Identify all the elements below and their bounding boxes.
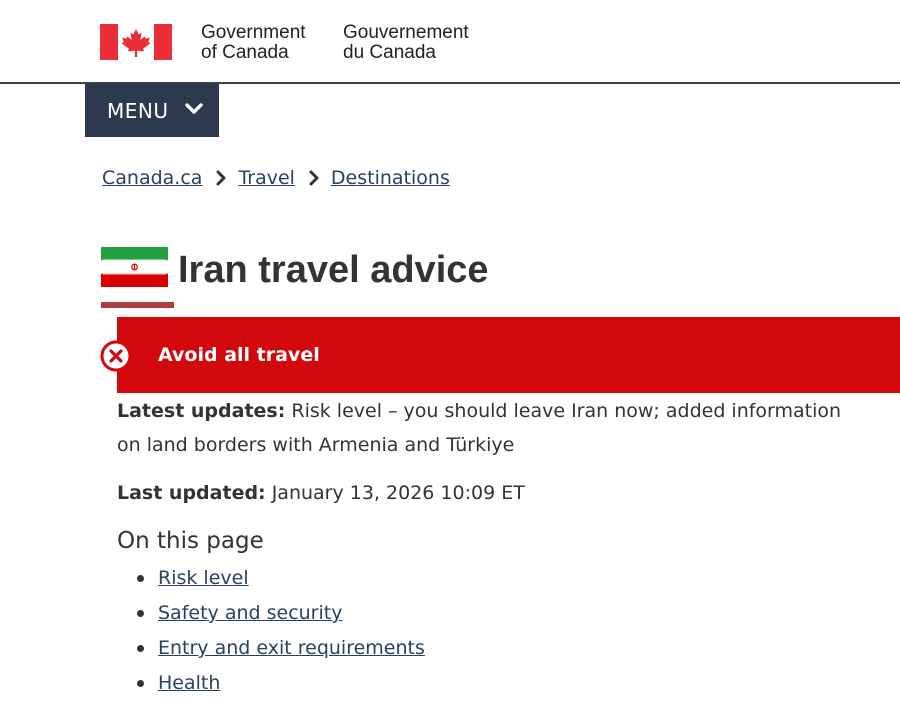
list-item: Health <box>117 666 425 701</box>
chevron-right-icon <box>309 170 319 186</box>
last-updated-date: January 13, 2026 10:09 ET <box>271 482 525 504</box>
list-item: Risk level <box>117 561 425 596</box>
site-header: Government of Canada Gouvernement du Can… <box>0 0 900 82</box>
x-circle-icon <box>100 340 132 372</box>
government-signature-fr[interactable]: Gouvernement du Canada <box>343 23 469 63</box>
title-underline <box>101 302 174 308</box>
signature-en-line2: of Canada <box>201 42 289 63</box>
chevron-down-icon <box>185 103 203 114</box>
on-this-page-list: Risk level Safety and security Entry and… <box>117 561 425 701</box>
breadcrumb-canada-ca[interactable]: Canada.ca <box>102 167 202 189</box>
canada-flag-icon[interactable] <box>100 24 172 60</box>
breadcrumb-travel[interactable]: Travel <box>238 167 294 189</box>
link-risk-level[interactable]: Risk level <box>158 567 249 589</box>
list-item: Entry and exit requirements <box>117 631 425 666</box>
link-entry-exit-requirements[interactable]: Entry and exit requirements <box>158 637 425 659</box>
breadcrumb-destinations[interactable]: Destinations <box>331 167 450 189</box>
last-updated: Last updated: January 13, 2026 10:09 ET <box>117 476 525 510</box>
last-updated-label: Last updated: <box>117 482 266 504</box>
on-this-page-heading: On this page <box>117 528 264 554</box>
bullet-icon <box>137 680 144 687</box>
latest-updates-label: Latest updates: <box>117 400 286 422</box>
government-signature-en[interactable]: Government of Canada <box>201 23 306 63</box>
link-safety-and-security[interactable]: Safety and security <box>158 602 342 624</box>
page-title: Iran travel advice <box>178 249 489 291</box>
bullet-icon <box>137 610 144 617</box>
signature-fr-line2: du Canada <box>343 42 436 63</box>
chevron-right-icon <box>216 170 226 186</box>
link-health[interactable]: Health <box>158 672 220 694</box>
menu-label: MENU <box>107 99 169 123</box>
risk-level-text: Avoid all travel <box>158 344 320 366</box>
list-item: Safety and security <box>117 596 425 631</box>
breadcrumb: Canada.ca Travel Destinations <box>102 164 450 192</box>
signature-fr-line1: Gouvernement <box>343 22 469 43</box>
signature-en-line1: Government <box>201 22 306 43</box>
bullet-icon <box>137 645 144 652</box>
iran-flag-icon <box>101 247 168 287</box>
latest-updates: Latest updates: Risk level – you should … <box>117 394 862 462</box>
menu-button[interactable]: MENU <box>85 84 219 137</box>
bullet-icon <box>137 575 144 582</box>
